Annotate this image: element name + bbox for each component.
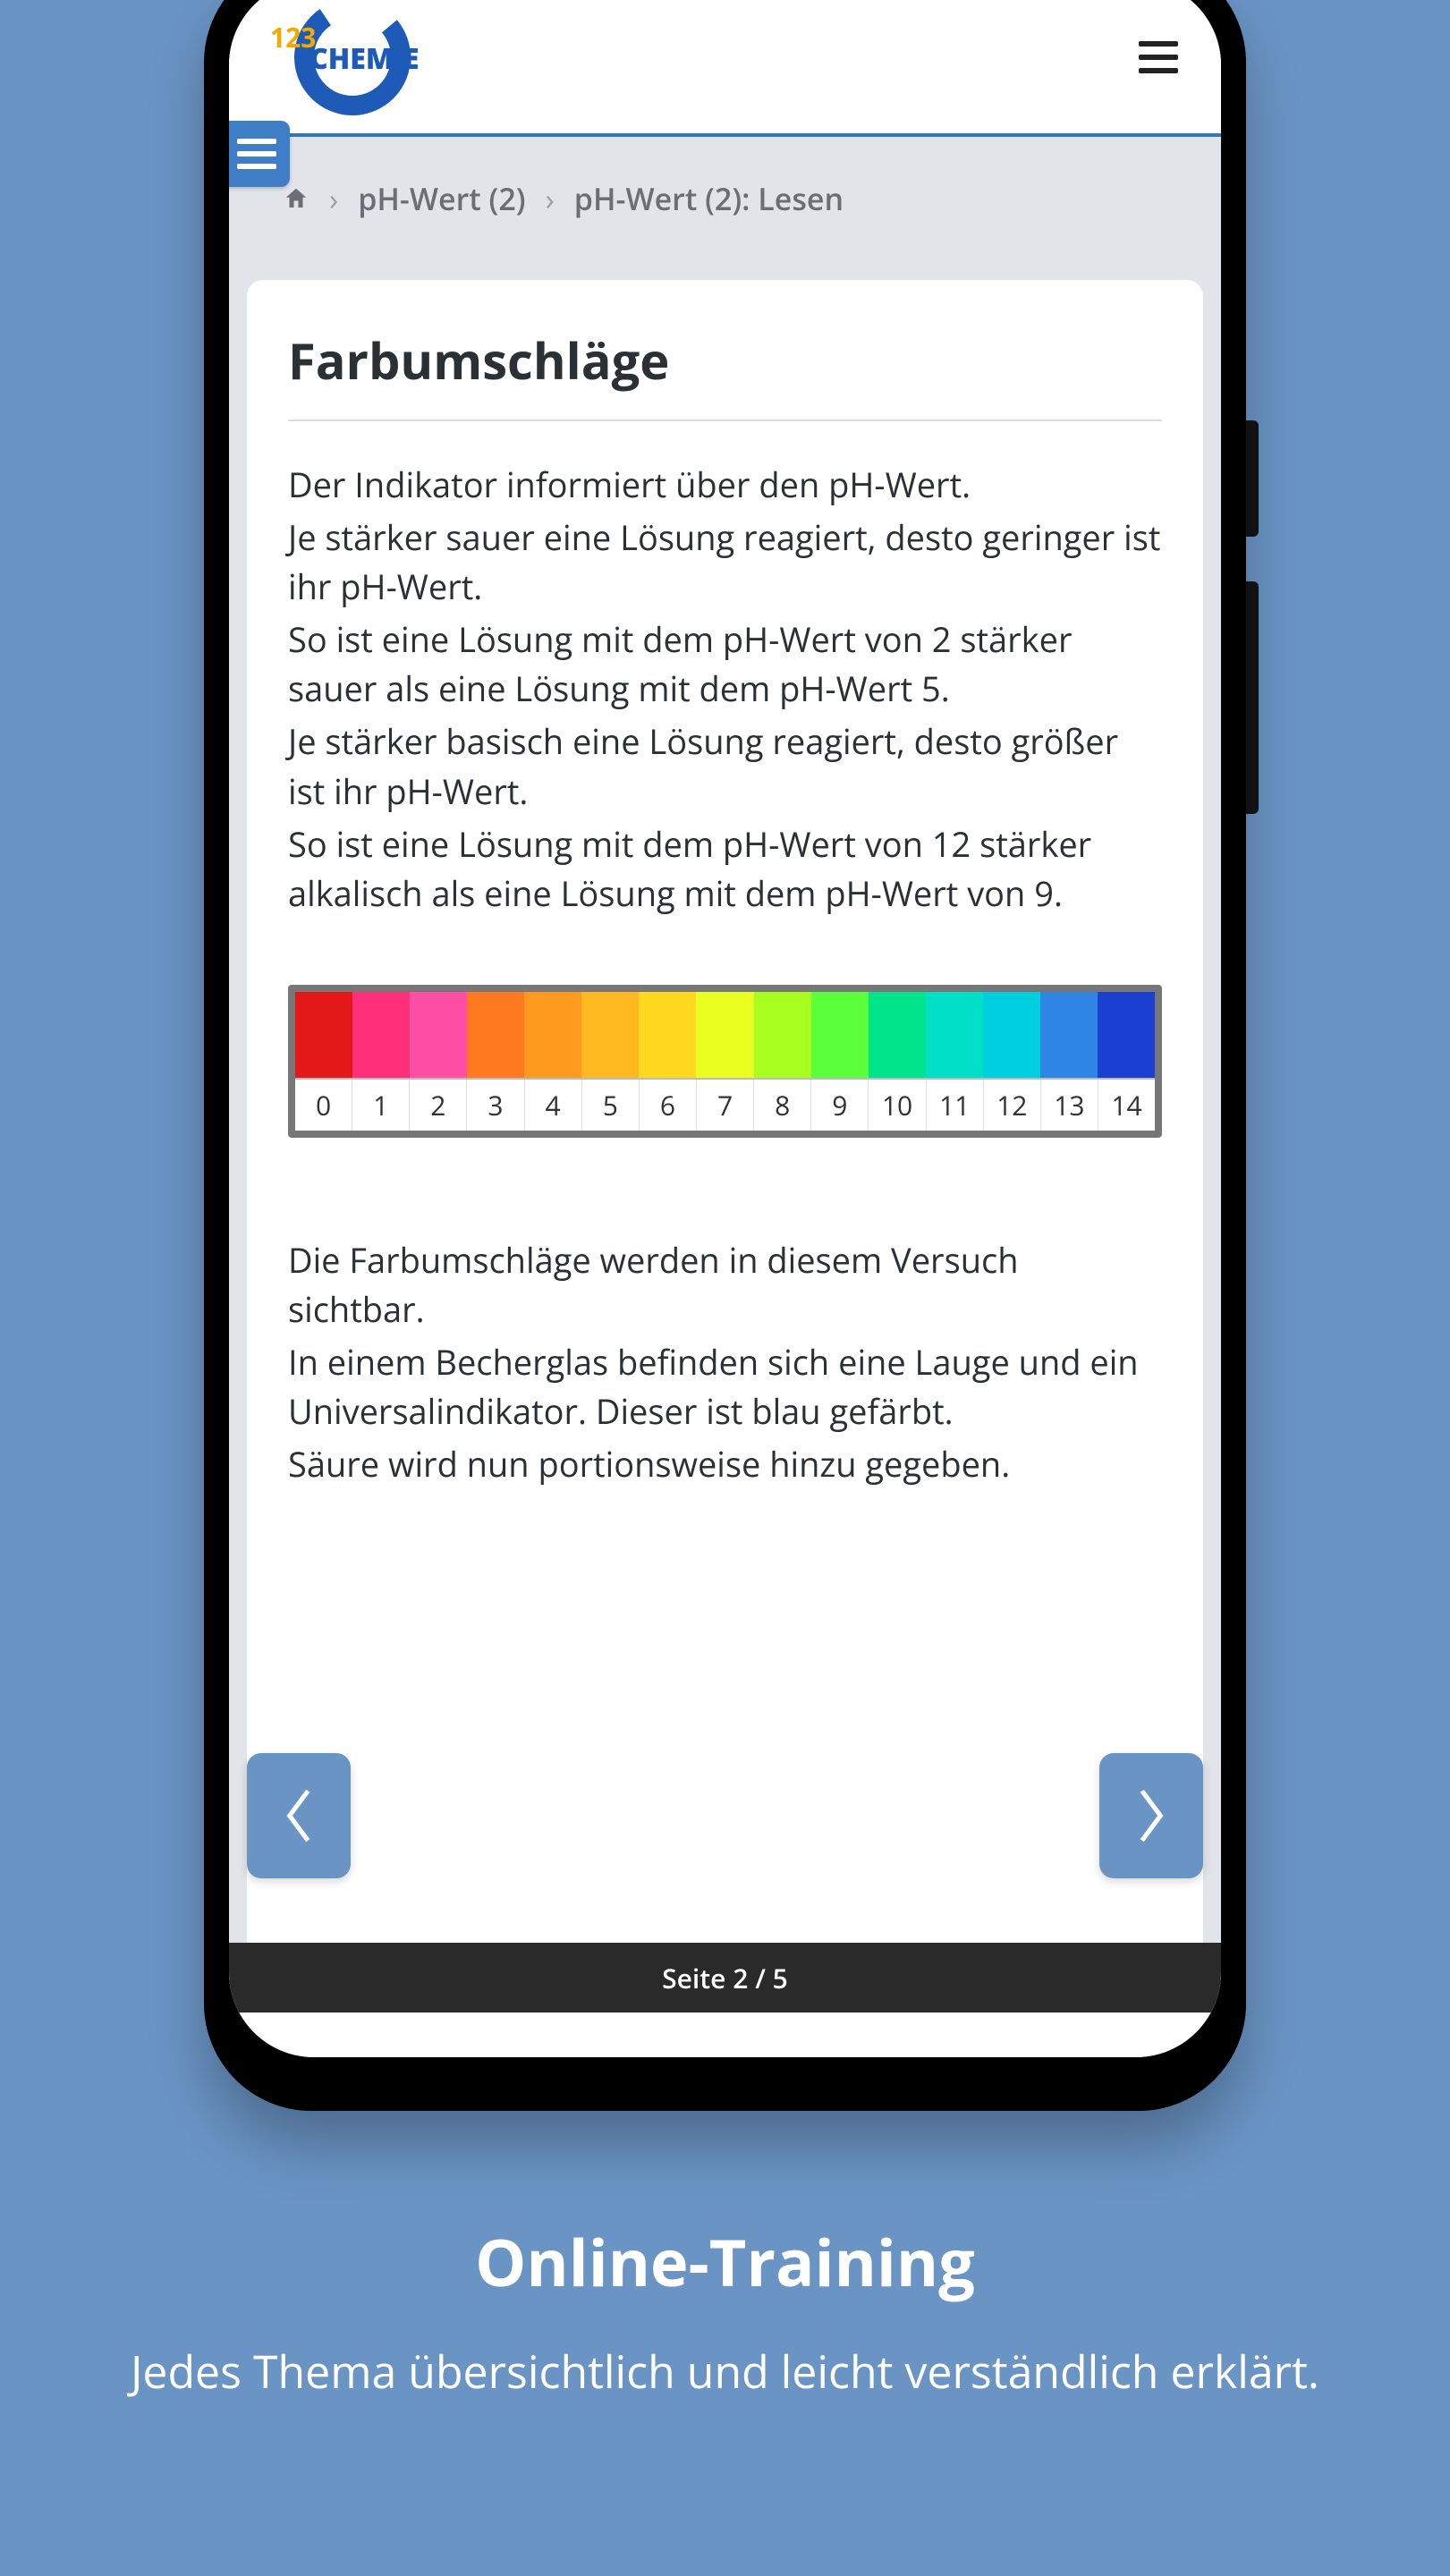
ph-color-strip xyxy=(295,992,1155,1078)
hamburger-icon xyxy=(1139,55,1178,60)
ph-color-cell xyxy=(352,992,410,1078)
menu-button[interactable] xyxy=(1139,41,1178,73)
ph-label-cell: 0 xyxy=(295,1080,352,1131)
breadcrumb-item-current: pH-Wert (2): Lesen xyxy=(574,178,844,219)
ph-color-cell xyxy=(696,992,753,1078)
phone-side-button xyxy=(1246,420,1259,537)
ph-label-cell: 4 xyxy=(525,1080,582,1131)
article-paragraph: Säure wird nun portionsweise hinzu gegeb… xyxy=(288,1440,1162,1489)
ph-color-cell xyxy=(926,992,983,1078)
ph-label-cell: 12 xyxy=(984,1080,1041,1131)
page-indicator-label: Seite 2 / 5 xyxy=(662,1960,788,1996)
chevron-right-icon xyxy=(1132,1784,1171,1848)
ph-label-cell: 9 xyxy=(811,1080,869,1131)
ph-label-cell: 10 xyxy=(869,1080,926,1131)
content-area: Farbumschläge Der Indikator informiert ü… xyxy=(229,260,1221,1986)
ph-color-cell xyxy=(524,992,581,1078)
article-paragraph: Die Farbumschläge werden in diesem Versu… xyxy=(288,1236,1162,1335)
logo-word: CHEMIE xyxy=(310,39,419,78)
promo-heading: Online-Training xyxy=(0,2218,1450,2306)
ph-color-cell xyxy=(1040,992,1098,1078)
ph-label-cell: 8 xyxy=(754,1080,811,1131)
breadcrumb-bar: › pH-Wert (2) › pH-Wert (2): Lesen xyxy=(229,137,1221,260)
app-screen: 123 CHEMIE xyxy=(229,0,1221,2057)
app-header: 123 CHEMIE xyxy=(229,0,1221,137)
page-indicator-bar: Seite 2 / 5 xyxy=(229,1943,1221,2012)
ph-label-cell: 13 xyxy=(1041,1080,1098,1131)
promo-section: Online-Training Jedes Thema übersichtlic… xyxy=(0,2218,1450,2402)
home-indicator xyxy=(600,2034,851,2043)
ph-color-cell xyxy=(754,992,811,1078)
side-menu-tab[interactable] xyxy=(229,121,290,187)
ph-scale: 01234567891011121314 xyxy=(288,985,1162,1138)
ph-color-cell xyxy=(467,992,524,1078)
ph-label-cell: 7 xyxy=(697,1080,754,1131)
ph-color-cell xyxy=(811,992,869,1078)
ph-color-cell xyxy=(410,992,467,1078)
hamburger-icon xyxy=(237,164,276,169)
ph-label-cell: 14 xyxy=(1098,1080,1155,1131)
article-paragraph: So ist eine Lösung mit dem pH-Wert von 1… xyxy=(288,820,1162,919)
phone-screen-bezel: 123 CHEMIE xyxy=(229,0,1221,2057)
chevron-right-icon: › xyxy=(546,178,555,219)
ph-label-cell: 1 xyxy=(352,1080,410,1131)
article-paragraph: Der Indikator informiert über den pH-Wer… xyxy=(288,461,1162,510)
ph-label-cell: 3 xyxy=(467,1080,524,1131)
chevron-left-icon xyxy=(279,1784,318,1848)
next-page-button[interactable] xyxy=(1099,1753,1203,1878)
hamburger-icon xyxy=(237,139,276,144)
ph-label-cell: 2 xyxy=(410,1080,467,1131)
home-icon[interactable] xyxy=(283,185,310,212)
chevron-right-icon: › xyxy=(329,178,338,219)
phone-frame: 123 CHEMIE xyxy=(204,0,1246,2111)
ph-label-cell: 6 xyxy=(640,1080,697,1131)
ph-color-cell xyxy=(295,992,352,1078)
ph-label-row: 01234567891011121314 xyxy=(295,1078,1155,1131)
ph-color-cell xyxy=(869,992,926,1078)
ph-color-cell xyxy=(639,992,696,1078)
hamburger-icon xyxy=(1139,68,1178,73)
article-card: Farbumschläge Der Indikator informiert ü… xyxy=(247,280,1203,1986)
article-paragraph: Je stärker sauer eine Lösung reagiert, d… xyxy=(288,513,1162,612)
article-paragraph: Je stärker basisch eine Lösung reagiert,… xyxy=(288,717,1162,816)
hamburger-icon xyxy=(1139,41,1178,47)
ph-color-cell xyxy=(983,992,1040,1078)
article-paragraph: So ist eine Lösung mit dem pH-Wert von 2… xyxy=(288,615,1162,714)
ph-label-cell: 11 xyxy=(927,1080,984,1131)
hamburger-icon xyxy=(237,151,276,157)
logo-icon: 123 CHEMIE xyxy=(254,0,433,115)
phone-side-button xyxy=(1246,581,1259,814)
ph-label-cell: 5 xyxy=(582,1080,640,1131)
breadcrumb-item[interactable]: pH-Wert (2) xyxy=(358,178,525,219)
ph-color-cell xyxy=(581,992,639,1078)
promo-subheading: Jedes Thema übersichtlich und leicht ver… xyxy=(0,2342,1450,2402)
brand-logo[interactable]: 123 CHEMIE xyxy=(254,0,433,115)
article-paragraph: In einem Becherglas befinden sich eine L… xyxy=(288,1338,1162,1436)
ph-color-cell xyxy=(1098,992,1155,1078)
prev-page-button[interactable] xyxy=(247,1753,351,1878)
article-title: Farbumschläge xyxy=(288,326,1162,421)
